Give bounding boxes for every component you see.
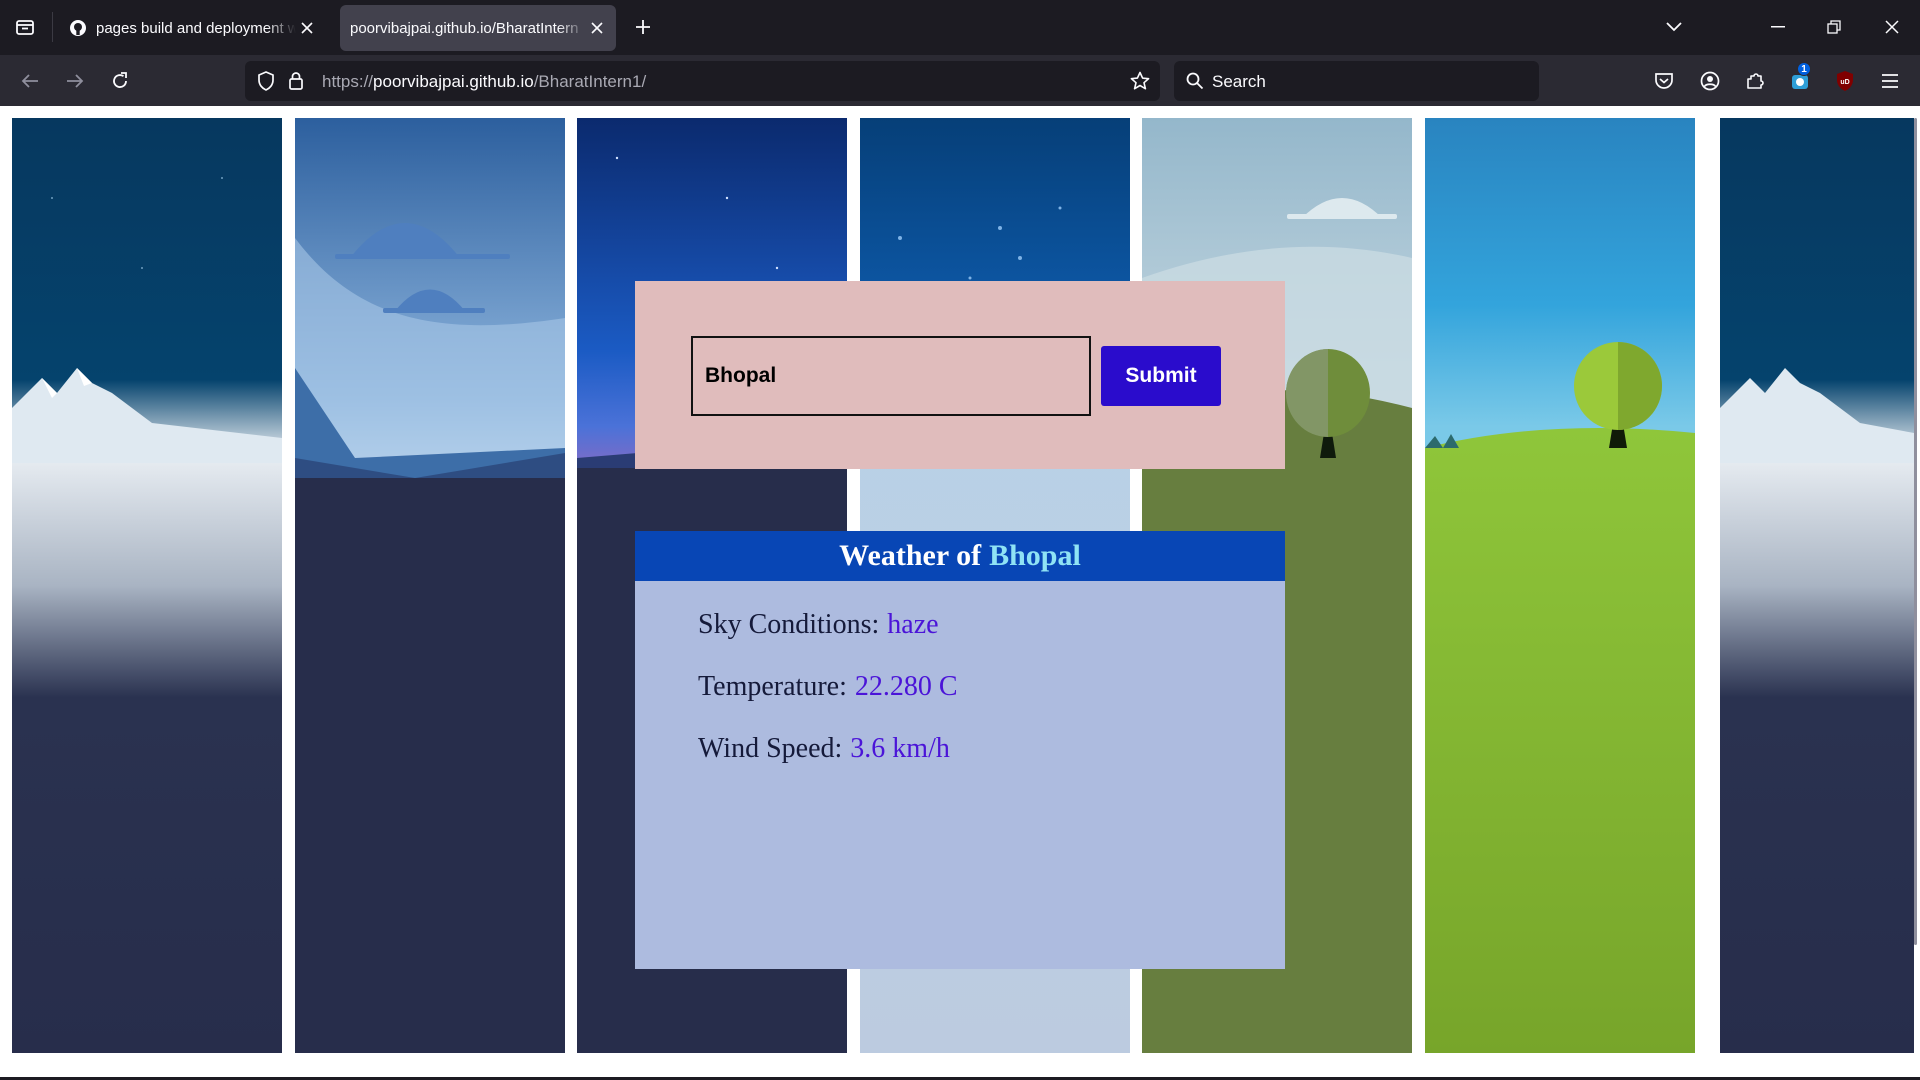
tab-strip: pages build and deployment w poorvibajpa… <box>0 0 1920 55</box>
weather-heading-city: Bhopal <box>989 539 1081 572</box>
background-panel-green-hill-tree <box>1425 118 1695 1053</box>
url-text[interactable]: https://poorvibajpai.github.io/BharatInt… <box>322 72 646 92</box>
shield-icon[interactable] <box>255 70 277 92</box>
temperature-label: Temperature: <box>698 671 847 702</box>
weather-heading: Weather of Bhopal <box>635 531 1285 581</box>
extension-badge: 1 <box>1797 62 1811 76</box>
submit-button[interactable]: Submit <box>1101 346 1221 406</box>
extensions-puzzle-icon[interactable] <box>1743 69 1767 93</box>
pocket-icon[interactable] <box>1652 69 1676 93</box>
new-tab-icon[interactable] <box>630 14 656 40</box>
tab-title: poorvibajpai.github.io/BharatIntern <box>350 19 579 37</box>
close-window-icon[interactable] <box>1878 14 1906 40</box>
tab-github-pages[interactable]: pages build and deployment w <box>56 5 326 51</box>
close-tab-icon[interactable] <box>586 17 608 39</box>
tab-separator <box>52 12 53 42</box>
search-placeholder: Search <box>1212 72 1266 91</box>
background-panel-night-snow <box>12 118 282 1053</box>
search-icon <box>1184 70 1206 92</box>
minimize-icon[interactable] <box>1764 14 1792 40</box>
back-icon[interactable] <box>16 67 44 95</box>
sky-conditions-value: haze <box>887 609 939 640</box>
address-bar[interactable]: https://poorvibajpai.github.io/BharatInt… <box>245 61 1160 101</box>
firefox-view-icon[interactable] <box>12 14 38 40</box>
lock-icon[interactable] <box>286 70 306 92</box>
restore-icon[interactable] <box>1820 14 1848 40</box>
tab-title: pages build and deployment w <box>96 19 296 37</box>
wind-speed-value: 3.6 km/h <box>850 733 950 764</box>
menu-hamburger-icon[interactable] <box>1878 69 1902 93</box>
wind-speed-row: Wind Speed: 3.6 km/h <box>698 733 950 765</box>
city-input[interactable] <box>691 336 1091 416</box>
github-icon <box>68 18 88 38</box>
city-search-form: Submit <box>635 281 1285 469</box>
svg-text:uD: uD <box>1840 79 1849 86</box>
bookmark-star-icon[interactable] <box>1128 70 1152 92</box>
account-icon[interactable] <box>1698 69 1722 93</box>
close-tab-icon[interactable] <box>296 17 318 39</box>
sky-conditions-row: Sky Conditions: haze <box>698 609 939 641</box>
background-panel-night-snow-repeat <box>1720 118 1914 1053</box>
forward-icon[interactable] <box>61 67 89 95</box>
temperature-row: Temperature: 22.280 C <box>698 671 958 703</box>
list-all-tabs-icon[interactable] <box>1660 14 1688 40</box>
weather-heading-prefix: Weather of <box>839 539 982 572</box>
sky-conditions-label: Sky Conditions: <box>698 609 880 640</box>
ublock-origin-icon[interactable]: uD <box>1833 69 1857 93</box>
page-scrollbar[interactable] <box>1914 118 1917 945</box>
reload-icon[interactable] <box>106 67 134 95</box>
background-panel-twilight-clouds <box>295 118 565 1053</box>
wind-speed-label: Wind Speed: <box>698 733 843 764</box>
temperature-value: 22.280 C <box>854 671 958 702</box>
page-viewport: Submit Weather of Bhopal Sky Conditions:… <box>0 106 1920 1080</box>
search-bar[interactable]: Search <box>1174 61 1539 101</box>
weather-result-card: Weather of Bhopal Sky Conditions: haze Te… <box>635 531 1285 969</box>
tab-bharatintern[interactable]: poorvibajpai.github.io/BharatIntern <box>340 5 616 51</box>
